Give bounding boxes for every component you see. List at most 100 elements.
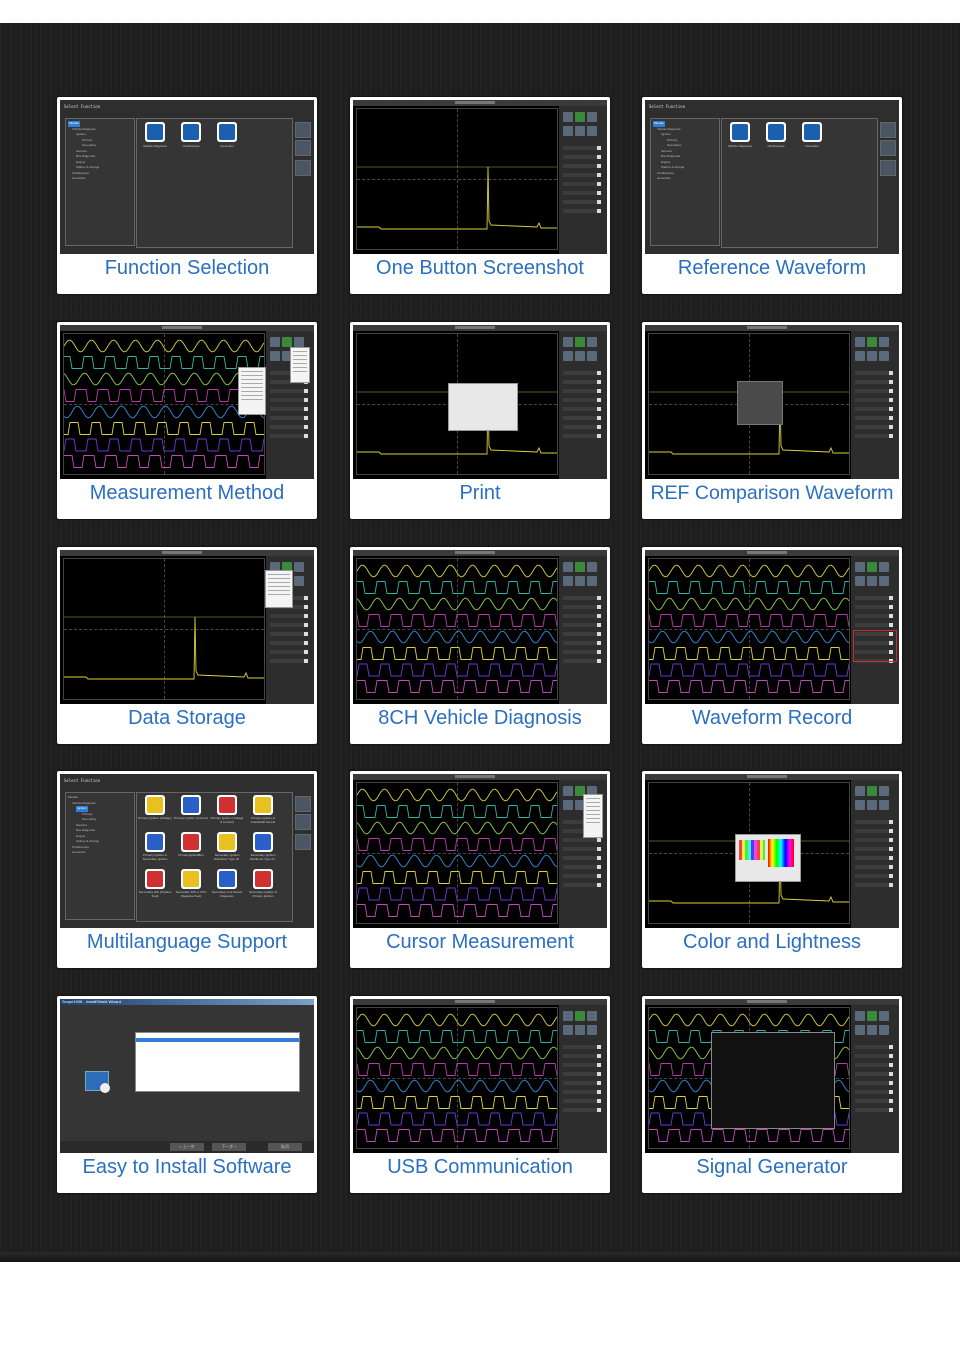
next-button[interactable] xyxy=(295,834,311,850)
menu-item[interactable] xyxy=(268,574,290,575)
color-picker-dialog[interactable] xyxy=(735,834,801,882)
control-row[interactable] xyxy=(855,1045,893,1049)
control-row[interactable] xyxy=(563,641,601,645)
menu-item[interactable] xyxy=(293,367,307,368)
menu-item[interactable] xyxy=(586,814,600,815)
back-button[interactable] xyxy=(880,140,896,156)
control-row[interactable] xyxy=(855,1099,893,1103)
control-row[interactable] xyxy=(563,874,601,878)
ignition-app-icon[interactable] xyxy=(217,869,237,889)
toolbar-button[interactable] xyxy=(587,337,597,347)
control-row[interactable] xyxy=(855,596,893,600)
app-icon-oscilloscope[interactable] xyxy=(181,122,201,142)
toolbar-button[interactable] xyxy=(855,576,865,586)
control-row[interactable] xyxy=(563,596,601,600)
control-row[interactable] xyxy=(270,659,308,663)
menu-item[interactable] xyxy=(241,375,263,376)
next-button[interactable] xyxy=(295,160,311,176)
toolbar-button[interactable] xyxy=(867,351,877,361)
toolbar-button[interactable] xyxy=(879,351,889,361)
toolbar-button[interactable] xyxy=(587,1011,597,1021)
control-row[interactable] xyxy=(270,425,308,429)
toolbar-button[interactable] xyxy=(867,800,877,810)
control-row[interactable] xyxy=(855,416,893,420)
menu-item[interactable] xyxy=(293,359,307,360)
toolbar-button[interactable] xyxy=(587,576,597,586)
ignition-app-icon[interactable] xyxy=(217,795,237,815)
ignition-app-icon[interactable] xyxy=(253,795,273,815)
wizard-button[interactable]: < 上一步 xyxy=(170,1143,204,1151)
menu-item[interactable] xyxy=(241,383,263,384)
toolbar-button[interactable] xyxy=(294,337,304,347)
menu-item[interactable] xyxy=(586,798,600,799)
context-menu[interactable] xyxy=(265,570,293,608)
record-panel-highlight[interactable] xyxy=(853,630,897,662)
control-row[interactable] xyxy=(855,856,893,860)
menu-item[interactable] xyxy=(268,578,290,579)
control-row[interactable] xyxy=(270,632,308,636)
ignition-app-icon[interactable] xyxy=(217,832,237,852)
control-row[interactable] xyxy=(563,856,601,860)
toolbar-button[interactable] xyxy=(879,1011,889,1021)
menu-item[interactable] xyxy=(268,594,290,595)
app-icon-vehicle-diagnosis[interactable] xyxy=(730,122,750,142)
toolbar-button[interactable] xyxy=(879,1025,889,1035)
control-row[interactable] xyxy=(563,1054,601,1058)
toolbar-button[interactable] xyxy=(563,337,573,347)
app-icon-generator[interactable] xyxy=(802,122,822,142)
toolbar-button[interactable] xyxy=(879,562,889,572)
toolbar-button[interactable] xyxy=(294,576,304,586)
control-row[interactable] xyxy=(855,1081,893,1085)
toolbar-button[interactable] xyxy=(563,562,573,572)
toolbar-button[interactable] xyxy=(587,112,597,122)
toolbar-button[interactable] xyxy=(855,351,865,361)
toolbar-button[interactable] xyxy=(563,126,573,136)
control-row[interactable] xyxy=(563,659,601,663)
control-row[interactable] xyxy=(563,1090,601,1094)
toolbar-button[interactable] xyxy=(575,337,585,347)
menu-item[interactable] xyxy=(241,391,263,392)
control-row[interactable] xyxy=(855,883,893,887)
control-row[interactable] xyxy=(855,1090,893,1094)
control-row[interactable] xyxy=(563,1099,601,1103)
control-row[interactable] xyxy=(563,838,601,842)
back-button[interactable] xyxy=(295,814,311,830)
toolbar-button[interactable] xyxy=(563,1011,573,1021)
control-row[interactable] xyxy=(855,407,893,411)
switch-user-button[interactable] xyxy=(295,122,311,138)
toolbar-button[interactable] xyxy=(563,576,573,586)
control-row[interactable] xyxy=(855,605,893,609)
control-row[interactable] xyxy=(270,434,308,438)
control-row[interactable] xyxy=(563,614,601,618)
control-row[interactable] xyxy=(563,865,601,869)
menu-item[interactable] xyxy=(586,818,600,819)
toolbar-button[interactable] xyxy=(587,351,597,361)
control-row[interactable] xyxy=(563,632,601,636)
control-row[interactable] xyxy=(855,1063,893,1067)
selected-language-row[interactable] xyxy=(136,1038,299,1042)
menu-item[interactable] xyxy=(241,395,263,396)
toolbar-button[interactable] xyxy=(879,337,889,347)
control-row[interactable] xyxy=(855,874,893,878)
app-icon-generator[interactable] xyxy=(217,122,237,142)
control-row[interactable] xyxy=(270,614,308,618)
control-row[interactable] xyxy=(855,614,893,618)
control-row[interactable] xyxy=(855,1108,893,1112)
control-row[interactable] xyxy=(563,389,601,393)
toolbar-button[interactable] xyxy=(563,786,573,796)
menu-item[interactable] xyxy=(586,810,600,811)
toolbar-button[interactable] xyxy=(855,800,865,810)
control-row[interactable] xyxy=(563,605,601,609)
toolbar-button[interactable] xyxy=(867,1025,877,1035)
control-row[interactable] xyxy=(855,838,893,842)
control-row[interactable] xyxy=(855,425,893,429)
control-row[interactable] xyxy=(563,434,601,438)
toolbar-button[interactable] xyxy=(867,337,877,347)
ignition-app-icon[interactable] xyxy=(181,832,201,852)
ignition-app-icon[interactable] xyxy=(145,795,165,815)
ignition-app-icon[interactable] xyxy=(181,795,201,815)
toolbar-button[interactable] xyxy=(587,1025,597,1035)
toolbar-button[interactable] xyxy=(879,786,889,796)
control-row[interactable] xyxy=(563,200,601,204)
toolbar-button[interactable] xyxy=(270,337,280,347)
